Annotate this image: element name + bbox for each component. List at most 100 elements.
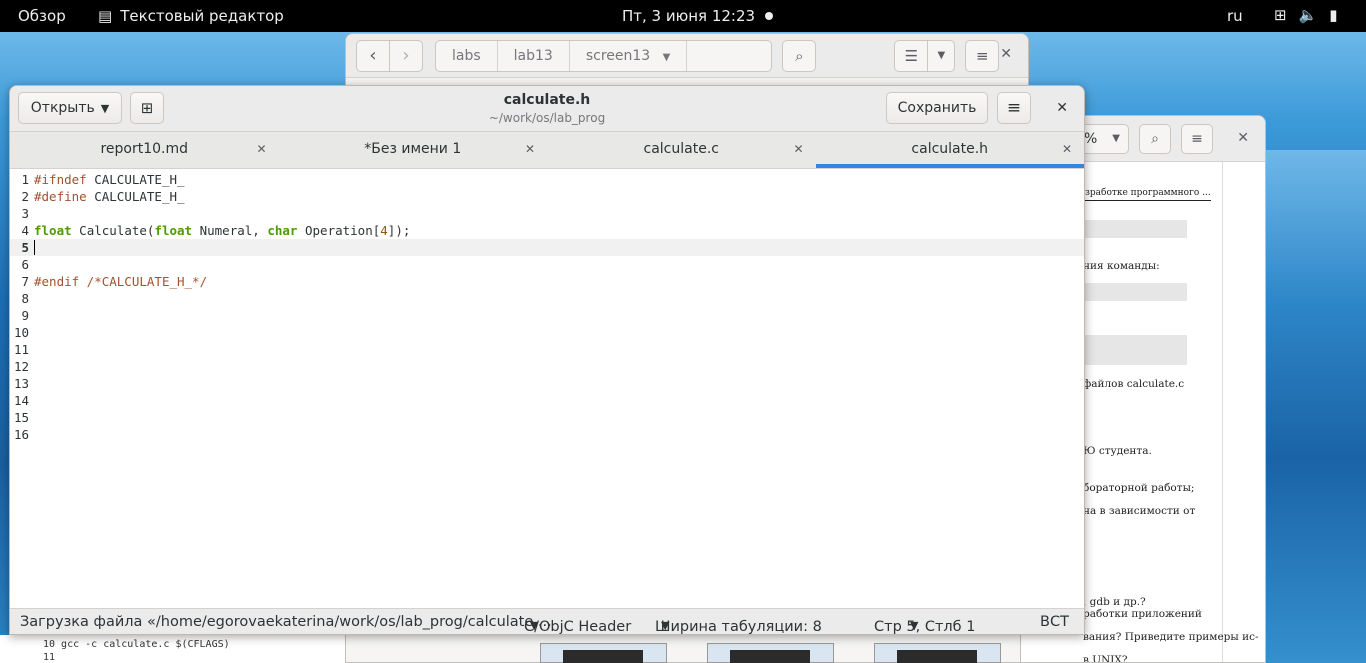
text-editor-window: Открыть ▼ ⊞ calculate.h ~/work/os/lab_pr… bbox=[9, 85, 1085, 635]
thumbnails bbox=[540, 643, 1001, 663]
terminal-line: 10 gcc -c calculate.c $(CFLAGS) bbox=[43, 639, 230, 650]
search-button[interactable]: ⌕ bbox=[782, 39, 817, 72]
menu-button[interactable]: ≡ bbox=[997, 92, 1031, 124]
close-icon[interactable]: ✕ bbox=[1237, 130, 1249, 146]
tab-untitled[interactable]: *Без имени 1 ✕ bbox=[279, 132, 548, 168]
text-cursor bbox=[34, 240, 35, 255]
close-tab-icon[interactable]: ✕ bbox=[256, 132, 266, 166]
thumbnail[interactable] bbox=[707, 643, 834, 663]
line-number: 3 bbox=[21, 206, 29, 221]
code-line[interactable]: 9 bbox=[10, 307, 1084, 324]
clock[interactable]: Пт, 3 июня 12:23 bbox=[622, 7, 755, 25]
chevron-down-icon: ▼ bbox=[937, 50, 946, 61]
tab-calculate-h[interactable]: calculate.h ✕ bbox=[815, 132, 1084, 168]
code-line[interactable]: 11 bbox=[10, 341, 1084, 358]
line-number: 4 bbox=[21, 223, 29, 238]
tab-bar: report10.md ✕ *Без имени 1 ✕ calculate.c… bbox=[10, 132, 1084, 169]
line-text: #define CALCULATE_H_ bbox=[34, 189, 185, 204]
insert-mode[interactable]: ВСТ bbox=[1040, 614, 1069, 630]
language-indicator[interactable]: ru bbox=[1227, 7, 1243, 25]
menu-button[interactable]: ≡ bbox=[1181, 124, 1213, 154]
line-number: 6 bbox=[21, 257, 29, 272]
language-label: C/ObjC Header bbox=[524, 619, 632, 635]
line-number: 13 bbox=[13, 376, 29, 391]
save-button[interactable]: Сохранить bbox=[886, 92, 988, 124]
search-icon: ⌕ bbox=[1151, 131, 1159, 147]
hamburger-icon: ≡ bbox=[1006, 98, 1022, 118]
close-tab-icon[interactable]: ✕ bbox=[793, 132, 803, 166]
doc-code-block bbox=[1083, 220, 1187, 238]
line-text: #endif /*CALCULATE_H_*/ bbox=[34, 274, 208, 289]
code-line[interactable]: 8 bbox=[10, 290, 1084, 307]
doc-code-block bbox=[1083, 283, 1187, 301]
status-bar: Загрузка файла «/home/egorovaekaterina/w… bbox=[10, 608, 1084, 635]
code-line[interactable]: 10 bbox=[10, 324, 1084, 341]
file-manager-header: ‹ › labs lab13 screen13 ▼ ⌕ ☰ ▼ ≡ bbox=[346, 34, 1028, 78]
doc-text-line: вания? Приведите примеры ис- bbox=[1083, 631, 1259, 643]
thumbnail[interactable] bbox=[540, 643, 667, 663]
chevron-right-icon: › bbox=[402, 45, 410, 66]
doc-text-line: Ю студента. bbox=[1083, 445, 1152, 457]
line-number: 10 bbox=[13, 325, 29, 340]
list-view-icon: ☰ bbox=[904, 46, 919, 65]
line-number: 5 bbox=[21, 240, 29, 255]
chevron-down-icon: ▼ bbox=[662, 51, 671, 63]
code-line[interactable]: 6 bbox=[10, 256, 1084, 273]
tab-label: *Без имени 1 bbox=[364, 141, 462, 157]
terminal-fragment: 10 gcc -c calculate.c $(CFLAGS) 11 bbox=[0, 635, 345, 663]
code-line[interactable]: 5 bbox=[10, 239, 1084, 256]
search-button[interactable]: ⌕ bbox=[1139, 124, 1171, 154]
line-text: #ifndef CALCULATE_H_ bbox=[34, 172, 185, 187]
line-number: 16 bbox=[13, 427, 29, 442]
tab-report10[interactable]: report10.md ✕ bbox=[10, 132, 279, 168]
tab-label: report10.md bbox=[100, 141, 189, 157]
line-number: 14 bbox=[13, 393, 29, 408]
close-tab-icon[interactable]: ✕ bbox=[1062, 132, 1072, 166]
doc-text-line: работки приложений bbox=[1083, 608, 1202, 620]
app-menu[interactable]: ▤ Текстовый редактор bbox=[98, 7, 284, 25]
cursor-position-label: Стр 5, Стлб 1 bbox=[874, 619, 976, 635]
code-line[interactable]: 15 bbox=[10, 409, 1084, 426]
system-tray[interactable]: ⊞ 🔈 ▮ bbox=[1274, 6, 1338, 24]
path-crumb[interactable]: lab13 bbox=[498, 40, 570, 71]
code-line[interactable]: 1 #ifndef CALCULATE_H_ bbox=[10, 171, 1084, 188]
close-icon[interactable]: ✕ bbox=[1056, 100, 1068, 116]
code-line[interactable]: 7 #endif /*CALCULATE_H_*/ bbox=[10, 273, 1084, 290]
menu-button[interactable]: ≡ bbox=[965, 39, 1000, 72]
code-line[interactable]: 12 bbox=[10, 358, 1084, 375]
line-number: 2 bbox=[21, 189, 29, 204]
text-editor-icon: ▤ bbox=[98, 7, 113, 25]
view-list-button[interactable]: ☰ bbox=[894, 39, 929, 72]
path-crumb[interactable]: labs bbox=[436, 40, 498, 71]
tab-width-label: Ширина табуляции: 8 bbox=[655, 619, 822, 635]
activities-button[interactable]: Обзор bbox=[18, 7, 66, 25]
line-number: 7 bbox=[21, 274, 29, 289]
path-crumb-empty bbox=[687, 41, 771, 71]
line-text: float Calculate(float Numeral, char Oper… bbox=[34, 223, 411, 238]
line-number: 8 bbox=[21, 291, 29, 306]
code-line[interactable]: 16 bbox=[10, 426, 1084, 443]
code-line[interactable]: 4 float Calculate(float Numeral, char Ope… bbox=[10, 222, 1084, 239]
close-icon[interactable]: ✕ bbox=[1000, 46, 1012, 62]
code-line[interactable]: 2 #define CALCULATE_H_ bbox=[10, 188, 1084, 205]
line-number: 15 bbox=[13, 410, 29, 425]
view-options-button[interactable]: ▼ bbox=[927, 39, 956, 72]
tab-calculate-c[interactable]: calculate.c ✕ bbox=[547, 132, 816, 168]
doc-text-line: ния команды: bbox=[1083, 260, 1160, 272]
forward-button[interactable]: › bbox=[389, 39, 423, 72]
close-tab-icon[interactable]: ✕ bbox=[525, 132, 535, 166]
code-line[interactable]: 3 bbox=[10, 205, 1084, 222]
doc-text-line: зработке программного ... bbox=[1085, 188, 1211, 201]
chevron-down-icon: ▼ bbox=[661, 619, 670, 632]
code-line[interactable]: 14 bbox=[10, 392, 1084, 409]
chevron-down-icon: ▼ bbox=[910, 619, 919, 632]
tab-label: calculate.c bbox=[643, 141, 719, 157]
status-message: Загрузка файла «/home/egorovaekaterina/w… bbox=[20, 614, 552, 630]
thumbnail[interactable] bbox=[874, 643, 1001, 663]
back-button[interactable]: ‹ bbox=[356, 39, 390, 72]
terminal-line: 11 bbox=[43, 652, 56, 663]
code-line[interactable]: 13 bbox=[10, 375, 1084, 392]
code-editor[interactable]: 1 #ifndef CALCULATE_H_ 2 #define CALCULATE_… bbox=[10, 170, 1084, 608]
search-icon: ⌕ bbox=[795, 46, 804, 65]
path-crumb[interactable]: screen13 ▼ bbox=[570, 40, 688, 71]
